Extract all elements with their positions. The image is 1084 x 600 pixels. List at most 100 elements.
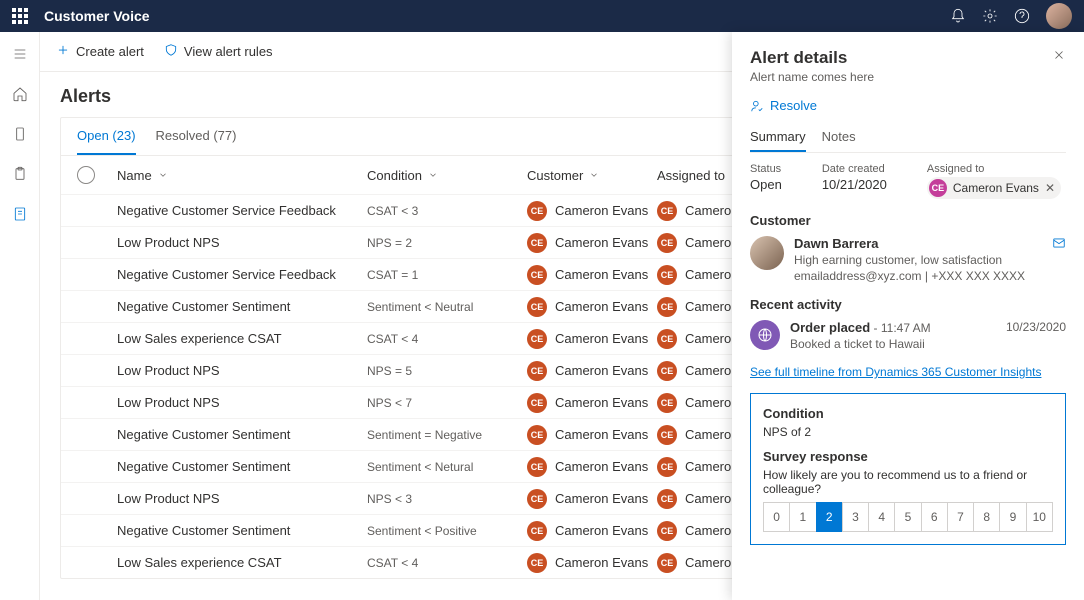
chevron-down-icon xyxy=(589,170,599,180)
select-all-checkbox[interactable] xyxy=(77,166,95,184)
assigned-label: Assigned to xyxy=(927,163,1061,175)
activity-title: Order placed - 11:47 AM xyxy=(790,320,931,335)
row-customer: CECameron Evans xyxy=(527,553,657,573)
activity-desc: Booked a ticket to Hawaii xyxy=(790,337,931,351)
tab-resolved[interactable]: Resolved (77) xyxy=(156,118,237,155)
row-name: Negative Customer Sentiment xyxy=(117,299,367,314)
row-condition: Sentiment < Neutral xyxy=(367,300,527,314)
date-value: 10/21/2020 xyxy=(822,177,887,192)
alert-details-panel: Alert details Alert name comes here Reso… xyxy=(732,32,1084,600)
app-launcher-icon[interactable] xyxy=(12,8,28,24)
row-name: Low Product NPS xyxy=(117,235,367,250)
nps-cell-3[interactable]: 3 xyxy=(842,502,869,532)
report-icon[interactable] xyxy=(4,200,36,228)
customer-contact: emailaddress@xyz.com | +XXX XXX XXXX xyxy=(794,269,1042,283)
condition-heading: Condition xyxy=(763,406,1053,421)
app-title: Customer Voice xyxy=(44,8,150,24)
nps-cell-7[interactable]: 7 xyxy=(947,502,974,532)
row-name: Low Product NPS xyxy=(117,491,367,506)
row-customer: CECameron Evans xyxy=(527,489,657,509)
create-alert-button[interactable]: Create alert xyxy=(56,43,144,60)
tab-open[interactable]: Open (23) xyxy=(77,118,136,155)
nps-scale: 012345678910 xyxy=(763,502,1053,532)
user-avatar[interactable] xyxy=(1046,3,1072,29)
timeline-link[interactable]: See full timeline from Dynamics 365 Cust… xyxy=(750,365,1041,379)
nps-cell-4[interactable]: 4 xyxy=(868,502,895,532)
chevron-down-icon xyxy=(158,170,168,180)
panel-subtitle: Alert name comes here xyxy=(750,70,874,84)
row-name: Negative Customer Service Feedback xyxy=(117,203,367,218)
bell-icon[interactable] xyxy=(942,0,974,32)
row-condition: NPS < 7 xyxy=(367,396,527,410)
date-label: Date created xyxy=(822,163,887,175)
resolve-button[interactable]: Resolve xyxy=(750,98,1066,113)
survey-question: How likely are you to recommend us to a … xyxy=(763,468,1053,496)
status-value: Open xyxy=(750,177,782,192)
panel-tab-notes[interactable]: Notes xyxy=(822,123,856,152)
nps-cell-8[interactable]: 8 xyxy=(973,502,1000,532)
survey-heading: Survey response xyxy=(763,449,1053,464)
person-check-icon xyxy=(750,99,764,113)
col-condition[interactable]: Condition xyxy=(367,168,527,183)
customer-avatar xyxy=(750,236,784,270)
hamburger-icon[interactable] xyxy=(4,40,36,68)
col-customer[interactable]: Customer xyxy=(527,168,657,183)
row-customer: CECameron Evans xyxy=(527,329,657,349)
row-customer: CECameron Evans xyxy=(527,201,657,221)
row-name: Negative Customer Sentiment xyxy=(117,523,367,538)
create-alert-label: Create alert xyxy=(76,44,144,59)
page-title: Alerts xyxy=(60,86,111,107)
assignee-pill[interactable]: CE Cameron Evans ✕ xyxy=(927,177,1061,199)
nps-cell-9[interactable]: 9 xyxy=(999,502,1026,532)
phone-icon[interactable] xyxy=(4,120,36,148)
close-icon[interactable] xyxy=(1052,48,1066,65)
row-name: Low Product NPS xyxy=(117,395,367,410)
chevron-down-icon xyxy=(428,170,438,180)
row-name: Negative Customer Sentiment xyxy=(117,459,367,474)
row-name: Negative Customer Service Feedback xyxy=(117,267,367,282)
activity-heading: Recent activity xyxy=(750,297,1066,312)
nps-cell-10[interactable]: 10 xyxy=(1026,502,1053,532)
nps-cell-2[interactable]: 2 xyxy=(816,502,843,532)
row-customer: CECameron Evans xyxy=(527,265,657,285)
row-condition: NPS = 2 xyxy=(367,236,527,250)
row-customer: CECameron Evans xyxy=(527,521,657,541)
row-customer: CECameron Evans xyxy=(527,425,657,445)
assignee-avatar: CE xyxy=(929,179,947,197)
nps-cell-5[interactable]: 5 xyxy=(894,502,921,532)
home-icon[interactable] xyxy=(4,80,36,108)
nps-cell-6[interactable]: 6 xyxy=(921,502,948,532)
panel-tab-summary[interactable]: Summary xyxy=(750,123,806,152)
globe-icon xyxy=(750,320,780,350)
row-condition: Sentiment < Netural xyxy=(367,460,527,474)
row-name: Negative Customer Sentiment xyxy=(117,427,367,442)
row-condition: CSAT < 4 xyxy=(367,556,527,570)
condition-value: NPS of 2 xyxy=(763,425,1053,439)
view-rules-label: View alert rules xyxy=(184,44,273,59)
row-condition: CSAT < 4 xyxy=(367,332,527,346)
row-condition: CSAT < 3 xyxy=(367,204,527,218)
col-name[interactable]: Name xyxy=(117,168,367,183)
remove-assignee-icon[interactable]: ✕ xyxy=(1045,181,1055,195)
row-customer: CECameron Evans xyxy=(527,297,657,317)
row-name: Low Sales experience CSAT xyxy=(117,555,367,570)
mail-icon[interactable] xyxy=(1052,236,1066,253)
nps-cell-1[interactable]: 1 xyxy=(789,502,816,532)
nps-cell-0[interactable]: 0 xyxy=(763,502,790,532)
clipboard-icon[interactable] xyxy=(4,160,36,188)
row-condition: Sentiment = Negative xyxy=(367,428,527,442)
gear-icon[interactable] xyxy=(974,0,1006,32)
panel-title: Alert details xyxy=(750,48,874,68)
row-condition: Sentiment < Positive xyxy=(367,524,527,538)
row-customer: CECameron Evans xyxy=(527,361,657,381)
customer-name: Dawn Barrera xyxy=(794,236,1042,251)
customer-heading: Customer xyxy=(750,213,1066,228)
help-icon[interactable] xyxy=(1006,0,1038,32)
shield-icon xyxy=(164,43,178,60)
condition-box: Condition NPS of 2 Survey response How l… xyxy=(750,393,1066,545)
view-rules-button[interactable]: View alert rules xyxy=(164,43,273,60)
row-condition: NPS = 5 xyxy=(367,364,527,378)
plus-icon xyxy=(56,43,70,60)
top-bar: Customer Voice xyxy=(0,0,1084,32)
row-condition: CSAT = 1 xyxy=(367,268,527,282)
